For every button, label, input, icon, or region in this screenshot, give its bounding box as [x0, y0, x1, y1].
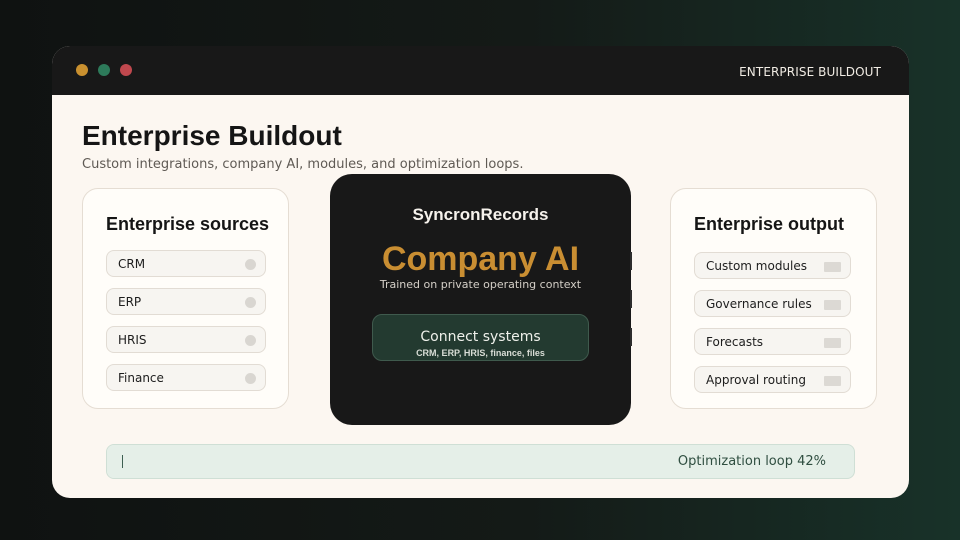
optimization-loop-progress: Optimization loop 42%: [106, 444, 855, 479]
source-item-label: Finance: [118, 371, 164, 385]
page-title: Enterprise Buildout: [82, 120, 342, 151]
connect-systems-button[interactable]: Connect systems CRM, ERP, HRIS, finance,…: [372, 314, 589, 361]
output-item-forecasts[interactable]: Forecasts: [694, 328, 851, 355]
connect-systems-label: Connect systems: [420, 329, 541, 345]
source-item-crm[interactable]: CRM: [106, 250, 266, 277]
panel-edge-notch: [630, 252, 632, 270]
brand-name: SyncronRecords: [412, 205, 549, 224]
output-item-custom-modules[interactable]: Custom modules: [694, 252, 851, 279]
company-ai-headline: Company AI: [381, 240, 580, 278]
connect-systems-detail: CRM, ERP, HRIS, finance, files: [416, 348, 545, 358]
status-bar-icon: [824, 300, 841, 310]
status-dot-icon: [245, 259, 256, 270]
source-item-label: HRIS: [118, 333, 147, 347]
output-item-label: Governance rules: [706, 297, 812, 311]
enterprise-output-card: Enterprise output Custom modules Governa…: [670, 188, 877, 409]
source-item-finance[interactable]: Finance: [106, 364, 266, 391]
window-control-green[interactable]: [98, 64, 110, 76]
company-ai-subtitle: Trained on private operating context: [379, 278, 582, 291]
status-dot-icon: [245, 297, 256, 308]
output-item-label: Custom modules: [706, 259, 808, 273]
source-item-label: CRM: [118, 257, 146, 271]
window-title: ENTERPRISE BUILDOUT: [739, 65, 881, 79]
status-dot-icon: [245, 373, 256, 384]
page-subtitle: Custom integrations, company AI, modules…: [82, 157, 524, 172]
panel-edge-notch: [630, 290, 632, 308]
company-ai-panel: SyncronRecords Company AI Trained on pri…: [330, 174, 632, 425]
progress-fill: [107, 445, 421, 478]
output-title: Enterprise output: [694, 214, 845, 234]
window-control-amber[interactable]: [76, 64, 88, 76]
sources-title: Enterprise sources: [106, 214, 270, 234]
enterprise-sources-card: Enterprise sources CRM ERP HRIS Finance: [82, 188, 289, 409]
status-bar-icon: [824, 262, 841, 272]
source-item-hris[interactable]: HRIS: [106, 326, 266, 353]
output-item-label: Approval routing: [706, 373, 806, 387]
output-item-governance-rules[interactable]: Governance rules: [694, 290, 851, 317]
output-item-label: Forecasts: [706, 335, 764, 349]
status-dot-icon: [245, 335, 256, 346]
status-bar-icon: [824, 376, 841, 386]
title-bar: ENTERPRISE BUILDOUT: [52, 46, 909, 95]
optimization-loop-label: Optimization loop 42%: [677, 454, 826, 469]
window-control-red[interactable]: [120, 64, 132, 76]
status-bar-icon: [824, 338, 841, 348]
app-window: ENTERPRISE BUILDOUT Enterprise Buildout …: [52, 46, 909, 498]
progress-cursor: [122, 455, 123, 468]
source-item-erp[interactable]: ERP: [106, 288, 266, 315]
panel-edge-notch: [630, 328, 632, 346]
source-item-label: ERP: [118, 295, 142, 309]
output-item-approval-routing[interactable]: Approval routing: [694, 366, 851, 393]
